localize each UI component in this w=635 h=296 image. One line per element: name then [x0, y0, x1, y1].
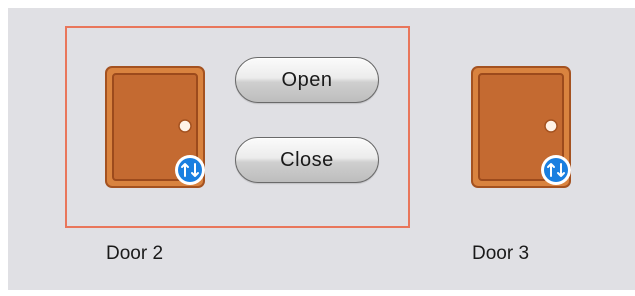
close-door-button[interactable]: Close — [235, 137, 379, 183]
open-door-button[interactable]: Open — [235, 57, 379, 103]
door-2-icon[interactable] — [105, 66, 205, 188]
door-3-icon[interactable] — [471, 66, 571, 188]
swap-arrows-icon — [175, 155, 205, 185]
door-3-label: Door 3 — [472, 243, 530, 264]
door-2-label: Door 2 — [106, 243, 164, 264]
swap-arrows-icon — [541, 155, 571, 185]
